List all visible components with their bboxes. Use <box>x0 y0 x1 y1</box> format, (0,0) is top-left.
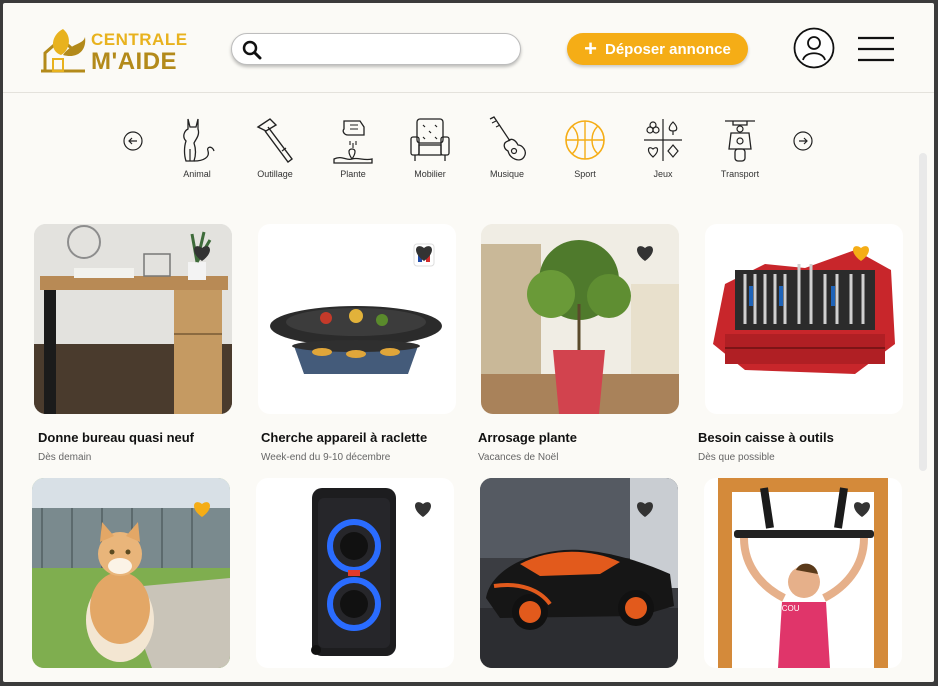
listing-title[interactable]: Arrosage plante <box>478 430 577 445</box>
post-ad-label: Déposer annonce <box>604 40 731 58</box>
hamburger-menu-icon[interactable] <box>857 35 895 63</box>
listing-card[interactable]: Besoin caisse à outils Dès que possible <box>698 224 903 463</box>
category-sport[interactable]: Sport <box>550 115 620 179</box>
plus-icon: + <box>584 36 597 61</box>
listing-subtitle: Vacances de Noël <box>478 452 559 463</box>
listing-subtitle: Dès demain <box>38 452 92 463</box>
header: CENTRALE M'AIDE + Déposer annonce <box>3 3 934 93</box>
heart-icon[interactable] <box>852 500 872 518</box>
category-label: Animal <box>183 169 211 179</box>
category-label: Transport <box>720 169 760 179</box>
app-window: CENTRALE M'AIDE + Déposer annonce Animal… <box>3 3 934 682</box>
listing-image-toolbox[interactable] <box>705 224 903 414</box>
toolbox-illustration <box>713 250 895 374</box>
listing-image-car[interactable] <box>480 478 678 668</box>
logo[interactable]: CENTRALE M'AIDE <box>39 21 189 77</box>
category-outillage[interactable]: Outillage <box>240 115 310 179</box>
listing-image-pullup-bar[interactable]: COUCOU <box>704 478 902 668</box>
search-icon <box>242 40 262 60</box>
logo-house-leaf-icon <box>41 29 86 73</box>
card-suits-icon <box>644 119 682 161</box>
category-animal[interactable]: Animal <box>162 115 232 179</box>
listing-card[interactable] <box>480 478 678 668</box>
scrollbar[interactable] <box>919 153 927 471</box>
category-transport[interactable]: Transport <box>705 115 775 179</box>
pullup-bar-illustration <box>718 478 888 668</box>
listing-card[interactable]: Arrosage plante Vacances de Noël <box>478 224 679 463</box>
listing-card[interactable]: Cherche appareil à raclette Week-end du … <box>258 224 456 463</box>
user-avatar-icon[interactable] <box>793 27 835 69</box>
listing-subtitle: Dès que possible <box>698 452 775 463</box>
plant-icon <box>333 120 373 164</box>
heart-icon[interactable] <box>192 500 212 518</box>
listing-card[interactable]: COUCOU <box>704 478 902 668</box>
arrow-right-icon[interactable] <box>793 131 813 151</box>
listing-title[interactable]: Besoin caisse à outils <box>698 430 834 445</box>
category-label: Musique <box>489 169 525 179</box>
armchair-icon <box>410 118 450 161</box>
post-ad-button[interactable]: + Déposer annonce <box>567 33 748 65</box>
basketball-icon <box>565 120 605 160</box>
category-label: Mobilier <box>414 169 446 179</box>
category-musique[interactable]: Musique <box>472 115 542 179</box>
guitar-icon <box>489 116 526 161</box>
listing-image-raclette[interactable] <box>258 224 456 414</box>
heart-icon[interactable] <box>192 244 212 262</box>
search-bar[interactable] <box>231 33 521 65</box>
listing-card[interactable]: Donne bureau quasi neuf Dès demain <box>34 224 232 463</box>
listing-title[interactable]: Donne bureau quasi neuf <box>38 430 194 445</box>
category-plante[interactable]: Plante <box>318 115 388 179</box>
category-label: Outillage <box>257 169 293 179</box>
logo-line1: CENTRALE <box>91 30 188 49</box>
search-input[interactable] <box>270 38 510 60</box>
category-carousel: Animal Outillage Plante Mobilier Musique… <box>3 95 934 195</box>
cat-icon <box>183 118 215 162</box>
category-label: Plante <box>340 169 366 179</box>
image-caption: COUCOU <box>764 604 800 613</box>
category-label: Sport <box>574 169 596 179</box>
heart-icon[interactable] <box>851 244 871 262</box>
heart-icon[interactable] <box>414 244 434 262</box>
listing-image-plant[interactable] <box>481 224 679 414</box>
category-jeux[interactable]: Jeux <box>628 115 698 179</box>
heart-icon[interactable] <box>635 244 655 262</box>
heart-icon[interactable] <box>635 500 655 518</box>
category-label: Jeux <box>653 169 673 179</box>
listing-card[interactable] <box>32 478 230 668</box>
listing-card[interactable] <box>256 478 454 668</box>
listing-image-desk[interactable] <box>34 224 232 414</box>
category-mobilier[interactable]: Mobilier <box>395 115 465 179</box>
heart-icon[interactable] <box>413 500 433 518</box>
scooter-icon <box>725 120 755 162</box>
logo-text: CENTRALE M'AIDE <box>91 31 188 74</box>
arrow-left-icon[interactable] <box>123 131 143 151</box>
listing-image-speaker[interactable] <box>256 478 454 668</box>
listing-subtitle: Week-end du 9-10 décembre <box>261 452 391 463</box>
listing-title[interactable]: Cherche appareil à raclette <box>261 430 427 445</box>
hammer-icon <box>256 118 293 163</box>
logo-line2: M'AIDE <box>91 48 178 75</box>
listing-image-cat[interactable] <box>32 478 230 668</box>
